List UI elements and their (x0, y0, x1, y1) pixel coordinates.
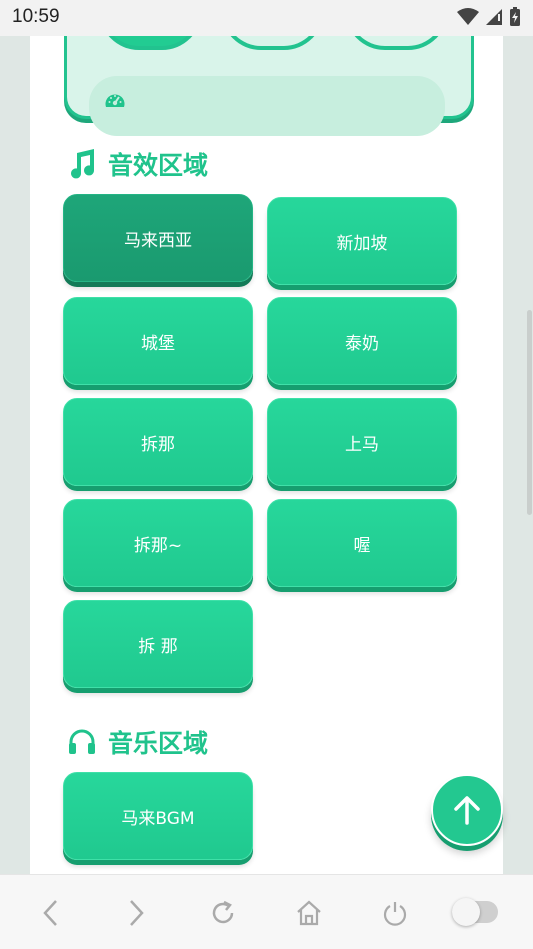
sound-button-shangma[interactable]: 上马 (267, 398, 457, 486)
home-icon (297, 900, 321, 926)
sound-button-castle[interactable]: 城堡 (63, 297, 253, 385)
sound-button-oh[interactable]: 喔 (267, 499, 457, 587)
sound-button-label: 拆那 (141, 434, 175, 455)
sound-section-title: 音效区域 (108, 151, 209, 180)
music-button-label: 马来BGM (121, 808, 195, 829)
sound-button-singapore[interactable]: 新加坡 (267, 197, 457, 285)
page-content: 音效区域 马来西亚 新加坡 城堡 泰奶 拆那 上马 拆那~ 喔 拆 那 音乐区域… (30, 36, 503, 874)
signal-icon (486, 9, 502, 25)
reload-icon (212, 900, 234, 924)
power-icon (383, 902, 407, 926)
back-button[interactable] (33, 895, 69, 931)
sound-button-label: 上马 (345, 434, 379, 455)
sound-button-label: 城堡 (141, 333, 175, 354)
top-panel-inner (89, 76, 445, 136)
top-panel-pill[interactable] (221, 36, 324, 50)
sound-section-header: 音效区域 (68, 146, 208, 182)
back-icon (43, 900, 57, 926)
arrow-up-icon (454, 796, 480, 825)
power-button[interactable] (377, 895, 413, 931)
sound-button-malaysia[interactable]: 马来西亚 (63, 194, 253, 282)
home-button[interactable] (291, 895, 327, 931)
sound-button-thai-tea[interactable]: 泰奶 (267, 297, 457, 385)
sound-button-chaina-tilde[interactable]: 拆那~ (63, 499, 253, 587)
top-panel (64, 36, 474, 136)
sound-button-label: 拆 那 (138, 636, 178, 657)
top-panel-pill[interactable] (99, 36, 202, 50)
status-time: 10:59 (12, 6, 60, 27)
sound-button-label: 新加坡 (336, 233, 388, 254)
music-button-malaysia-bgm[interactable]: 马来BGM (63, 772, 253, 860)
sound-button-label: 泰奶 (345, 333, 379, 354)
sound-button-label: 喔 (353, 535, 371, 556)
battery-icon (510, 7, 520, 26)
scrollbar-thumb[interactable] (527, 310, 532, 515)
top-panel-pill[interactable] (345, 36, 448, 50)
reload-button[interactable] (205, 895, 241, 931)
status-icons (457, 7, 521, 27)
status-bar: 10:59 (0, 0, 533, 36)
forward-icon (130, 900, 144, 926)
toggle-knob (452, 898, 480, 926)
scroll-top-button[interactable] (431, 774, 503, 846)
sound-button-chaina[interactable]: 拆那 (63, 398, 253, 486)
wifi-icon (457, 8, 479, 25)
music-section-header: 音乐区域 (68, 724, 208, 760)
headphones-icon (69, 729, 95, 754)
music-section-title: 音乐区域 (108, 729, 209, 758)
toggle-switch[interactable] (452, 898, 498, 926)
music-note-icon (71, 149, 95, 179)
sound-button-label: 马来西亚 (124, 230, 192, 251)
sound-button-chaina-spaced[interactable]: 拆 那 (63, 600, 253, 688)
forward-button[interactable] (118, 895, 154, 931)
browser-nav-bar (0, 874, 533, 949)
gauge-icon (105, 94, 125, 107)
sound-button-label: 拆那~ (133, 535, 183, 556)
